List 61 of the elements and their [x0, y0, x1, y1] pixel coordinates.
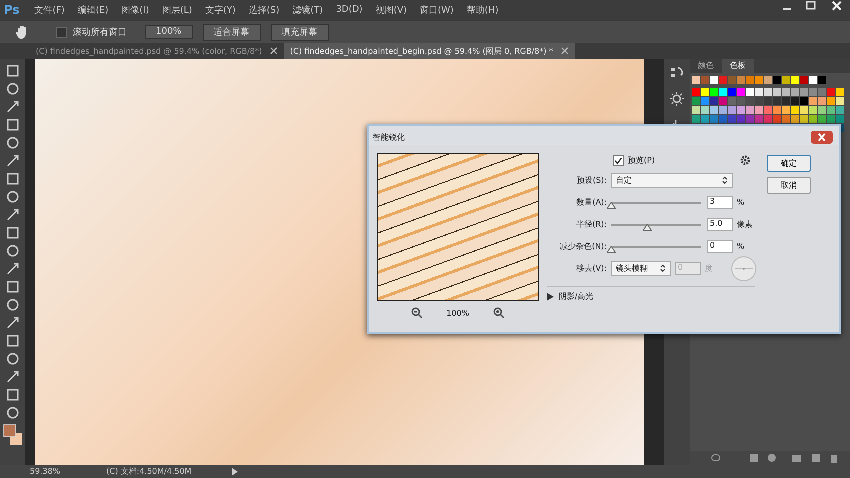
unit-label: % [737, 242, 746, 251]
checkbox[interactable] [56, 26, 67, 38]
menu-item[interactable]: 3D(D) [336, 5, 363, 15]
menu-item[interactable]: 窗口(W) [420, 4, 454, 16]
slider-thumb[interactable] [643, 224, 652, 230]
angle-unit-label: 度 [705, 263, 714, 274]
menu-item[interactable]: 文件(F) [34, 4, 65, 16]
menu-item[interactable]: 选择(S) [248, 4, 280, 16]
value-field[interactable]: 5.0 [707, 218, 733, 231]
value-field[interactable]: 0 [707, 240, 733, 253]
ok-button[interactable]: 确定 [767, 155, 811, 172]
value-field[interactable]: 3 [707, 196, 733, 209]
zoom-option-button[interactable]: 100% [145, 25, 193, 39]
remove-label: 移去(V): [576, 263, 607, 274]
menu-item[interactable]: 滤镜(T) [292, 4, 324, 16]
close-icon[interactable] [270, 47, 278, 55]
slider-label: 半径(R): [576, 219, 607, 230]
zoom-readout: 59.38% [30, 467, 61, 476]
preset-label: 预设(S): [576, 175, 607, 186]
play-icon[interactable] [232, 468, 238, 476]
checkbox-label: 滚动所有窗口 [73, 26, 127, 38]
cancel-button[interactable]: 取消 [767, 177, 811, 194]
shadows-highlights-section[interactable]: 阴影/高光 [547, 286, 755, 302]
unit-label: 像素 [737, 219, 754, 230]
panel-tab[interactable]: 色板 [722, 59, 754, 73]
unit-label: % [737, 198, 746, 207]
app-logo: Ps [4, 3, 20, 17]
dropdown-arrows-icon [722, 176, 728, 185]
document-size: (C) 文档:4.50M/4.50M [106, 466, 192, 477]
menu-item[interactable]: 文字(Y) [205, 4, 236, 16]
expand-arrow-icon [547, 292, 554, 300]
slider-thumb[interactable] [607, 202, 616, 208]
zoom-option-button[interactable]: 填充屏幕 [270, 24, 329, 40]
preview-label: 预览(P) [628, 154, 656, 166]
settings-icon[interactable] [740, 154, 751, 166]
menu-item[interactable]: 帮助(H) [466, 4, 499, 16]
color-swatches-icon[interactable] [2, 424, 22, 446]
slider-label: 减少杂色(N): [559, 241, 607, 252]
dropdown-arrows-icon [660, 264, 666, 273]
menu-item[interactable]: 图像(I) [122, 4, 150, 16]
angle-dial-icon [731, 256, 757, 282]
sun-icon[interactable] [669, 91, 685, 107]
zoom-level: 100% [446, 308, 470, 318]
zoom-out-icon[interactable] [410, 307, 423, 319]
layer-actions-icon[interactable] [710, 453, 840, 463]
preview-checkbox[interactable] [613, 154, 624, 166]
panel-tab[interactable]: 颜色 [690, 59, 722, 73]
menu-item[interactable]: 图层(L) [162, 4, 192, 16]
angle-field: 0 [675, 262, 701, 275]
document-tab[interactable]: (C) findedges_handpainted_begin.psd @ 59.4% (图层 0, RGB/8*) * [284, 43, 576, 59]
remove-dropdown[interactable]: 镜头模糊 [611, 261, 671, 276]
preset-dropdown[interactable]: 自定 [611, 173, 733, 188]
menu-item[interactable]: 编辑(E) [78, 4, 109, 16]
zoom-in-icon[interactable] [493, 307, 506, 319]
slider-thumb[interactable] [607, 246, 616, 252]
zoom-option-button[interactable]: 适合屏幕 [202, 24, 261, 40]
slider-label: 数量(A): [576, 197, 607, 208]
dialog-title: 智能锐化 [373, 132, 405, 142]
document-tab[interactable]: (C) findedges_handpainted.psd @ 59.4% (color, RGB/8*) [30, 43, 284, 59]
close-icon[interactable] [811, 130, 833, 144]
menu-item[interactable]: 视图(V) [376, 4, 407, 16]
